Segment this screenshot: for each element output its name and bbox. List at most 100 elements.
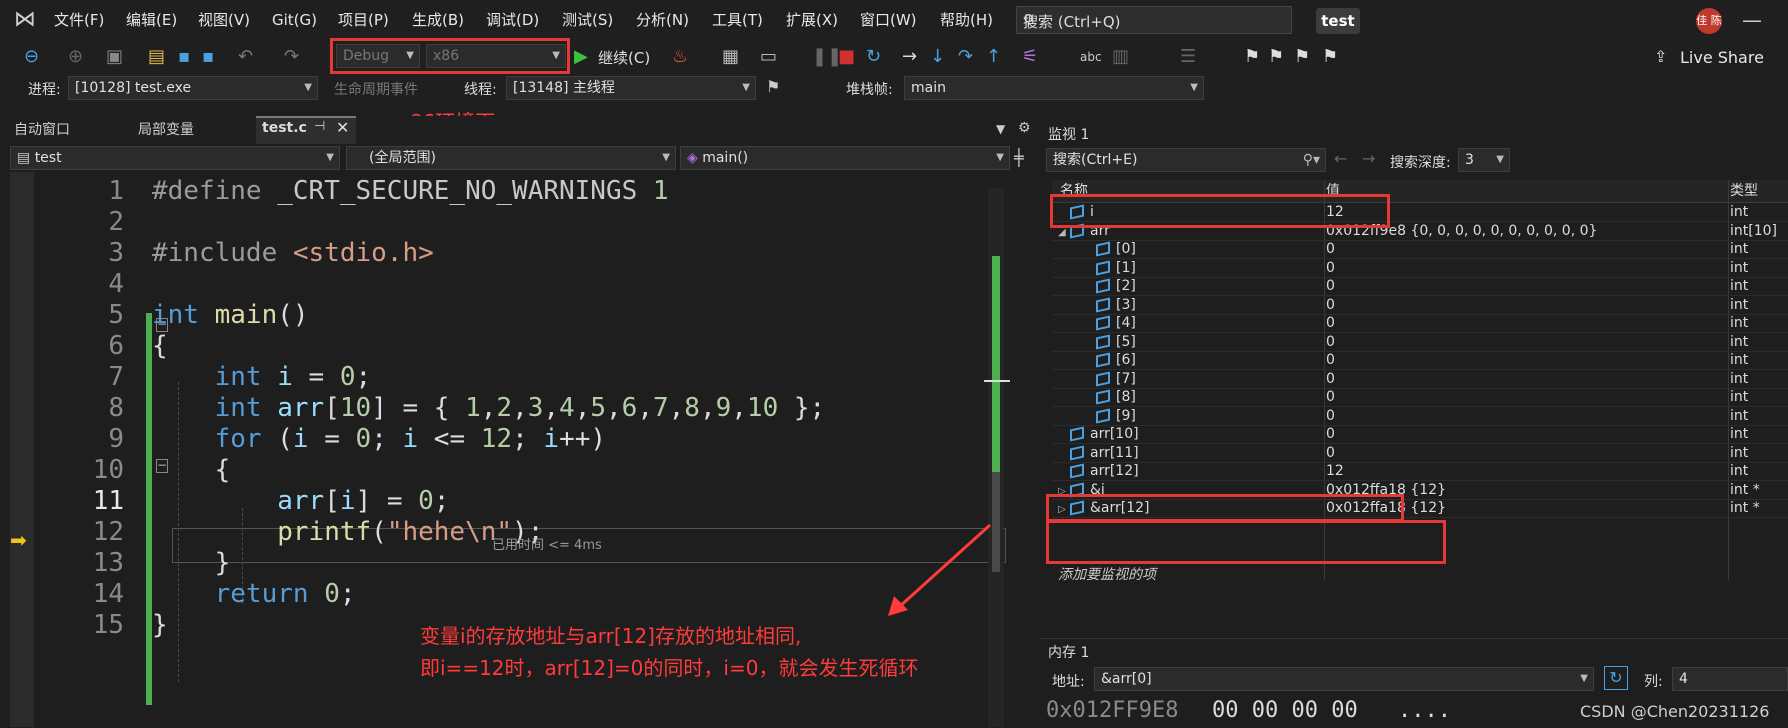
code-line[interactable]: #include <stdio.h> [152,236,434,271]
watch-row[interactable]: [8] 0 int [1052,388,1788,407]
restart-icon[interactable]: ↻ [866,46,881,68]
configuration-dropdown[interactable]: Debug ▼ [336,44,420,68]
save-icon[interactable]: ▪ [178,46,190,68]
tab-locals[interactable]: 局部变量 [132,118,200,142]
menu-file[interactable]: 文件(F) [54,9,104,31]
tab-test-c[interactable]: test.c ⊣ ✕ [256,116,356,144]
watch-row[interactable]: arr[12] 12 int [1052,462,1788,481]
spell-check-icon[interactable]: abc [1080,46,1102,68]
menu-edit[interactable]: 编辑(E) [126,9,177,31]
search-input[interactable]: 搜索 (Ctrl+Q) ⚲ [1016,6,1292,34]
menu-debug[interactable]: 调试(D) [486,9,539,31]
watch-row[interactable]: arr[11] 0 int [1052,444,1788,463]
watch-row-value[interactable]: 12 [1326,462,1344,480]
watch-row[interactable]: [2] 0 int [1052,277,1788,296]
split-icon[interactable]: ╪ [1014,148,1024,167]
settings-icon[interactable]: ⚙ [1018,120,1031,136]
watch-row-value[interactable]: 0 [1326,296,1335,314]
step-over-icon[interactable]: ↷ [958,46,973,68]
open-file-icon[interactable]: ▤ [148,46,165,68]
platform-dropdown[interactable]: x86 ▼ [426,44,566,68]
menu-view[interactable]: 视图(V) [198,9,250,31]
code-line[interactable]: arr[i] = 0; [152,484,449,519]
close-icon[interactable]: ✕ [336,118,349,137]
watch-row-value[interactable]: 0 [1326,351,1335,369]
menu-help[interactable]: 帮助(H) [940,9,993,31]
watch-row-value[interactable]: 0 [1326,388,1335,406]
step-out-icon[interactable]: ↑ [986,46,1001,68]
menu-project[interactable]: 项目(P) [338,9,389,31]
bookmark-clear-icon[interactable]: ⚑ [1322,46,1338,68]
stop-icon[interactable]: ■ [838,46,855,68]
continue-button[interactable]: 继续(C) [598,47,650,68]
hot-reload-icon[interactable]: ♨ [672,46,688,68]
step-into-icon[interactable]: ↓ [930,46,945,68]
code-line[interactable]: } [152,546,231,581]
memory-row-bytes[interactable]: 00 00 00 00 [1212,698,1358,723]
menu-window[interactable]: 窗口(W) [860,9,917,31]
breakpoint-margin[interactable] [10,172,34,727]
comment-icon[interactable]: ▥ [1112,46,1129,68]
bookmark-prev-icon[interactable]: ⚑ [1268,46,1284,68]
watch-row[interactable]: [5] 0 int [1052,333,1788,352]
menu-extensions[interactable]: 扩展(X) [786,9,838,31]
watch-row-value[interactable]: 0 [1326,407,1335,425]
code-line[interactable]: int i = 0; [152,360,372,395]
address-input[interactable]: &arr[0] ▼ [1094,667,1594,691]
thread-dropdown[interactable]: [13148] 主线程 ▼ [506,76,756,100]
redo-icon[interactable]: ↷ [284,46,299,68]
watch-row[interactable]: [7] 0 int [1052,370,1788,389]
flag-icon[interactable]: ⚑ [766,77,780,96]
diagnostics-icon[interactable]: ⚟ [1022,46,1038,68]
auto-refresh-icon[interactable]: ↻ [1604,666,1628,690]
tab-list-icon[interactable]: ▼ [996,122,1005,136]
back-icon[interactable]: ⊖ [24,46,39,68]
code-line[interactable]: #define _CRT_SECURE_NO_WARNINGS 1 [152,174,669,209]
watch-row-value[interactable]: 0 [1326,370,1335,388]
stack-frame-dropdown[interactable]: main ▼ [904,76,1204,100]
scope-dropdown[interactable]: (全局范围) ▼ [346,146,676,170]
indent-icon[interactable]: ☰ [1180,46,1196,68]
watch-row-value[interactable]: 0 [1326,425,1335,443]
live-share-button[interactable]: Live Share [1680,48,1764,67]
menu-build[interactable]: 生成(B) [412,9,464,31]
minimize-icon[interactable]: — [1742,8,1762,32]
back-arrow-icon[interactable]: ← [1334,149,1347,168]
process-icon[interactable]: ▦ [722,46,739,68]
menu-analyze[interactable]: 分析(N) [636,9,689,31]
tab-autos[interactable]: 自动窗口 [8,118,76,142]
forward-icon[interactable]: ⊕ [68,46,83,68]
process-dropdown[interactable]: [10128] test.exe ▼ [68,76,318,100]
watch-row[interactable]: [3] 0 int [1052,296,1788,315]
watch-row[interactable]: [0] 0 int [1052,240,1788,259]
watch-row[interactable]: [6] 0 int [1052,351,1788,370]
code-line[interactable]: int main() [152,298,309,333]
watch-search-input[interactable]: 搜索(Ctrl+E) ⚲▾ [1046,148,1326,172]
watch-row[interactable]: [9] 0 int [1052,407,1788,426]
undo-icon[interactable]: ↶ [238,46,253,68]
watch-row-value[interactable]: 0 [1326,444,1335,462]
project-dropdown[interactable]: ▤ test ▼ [10,146,340,170]
layout-icon[interactable]: ▭ [760,46,777,68]
code-line[interactable]: { [152,453,231,488]
lifecycle-events-dropdown[interactable]: 生命周期事件 [334,79,418,99]
menu-tools[interactable]: 工具(T) [712,9,763,31]
menu-git[interactable]: Git(G) [272,9,317,31]
column-type[interactable]: 类型 [1730,180,1758,202]
columns-dropdown[interactable]: 4 [1672,667,1788,691]
watch-row-value[interactable]: 0 [1326,333,1335,351]
bookmark-next-icon[interactable]: ⚑ [1294,46,1310,68]
watch-row-value[interactable]: 0 [1326,314,1335,332]
code-line[interactable]: } [152,608,168,643]
add-watch-item[interactable]: 添加要监视的项 [1058,564,1156,584]
watch-row[interactable]: arr[10] 0 int [1052,425,1788,444]
new-project-icon[interactable]: ▣ [106,46,123,68]
avatar[interactable]: 佳 陈 [1696,8,1722,34]
code-line[interactable]: printf("hehe\n"); [152,515,543,550]
search-depth-dropdown[interactable]: 3 ▼ [1458,148,1510,172]
watch-row-value[interactable]: 0 [1326,259,1335,277]
watch-row-value[interactable]: 0 [1326,240,1335,258]
forward-arrow-icon[interactable]: → [1362,149,1375,168]
show-next-statement-icon[interactable]: → [902,46,917,68]
save-all-icon[interactable]: ▪ [202,46,214,68]
